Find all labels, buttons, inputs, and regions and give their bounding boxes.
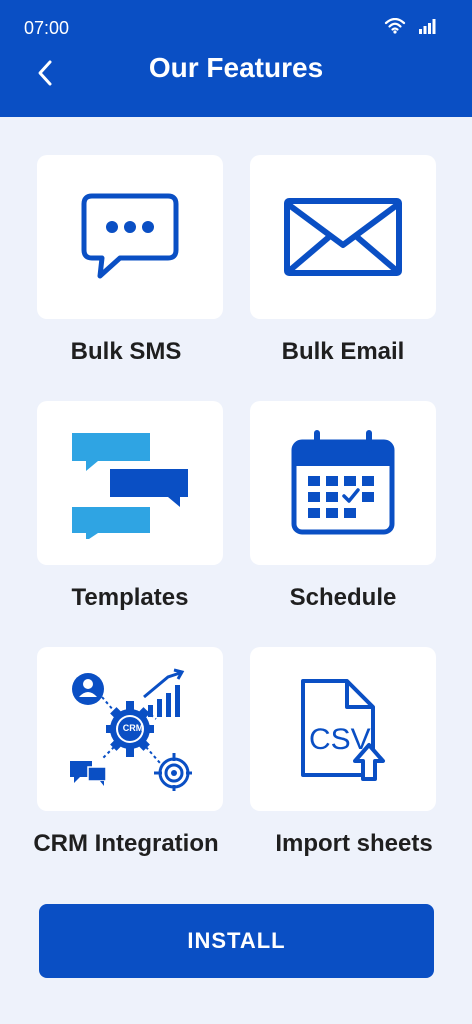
feature-label-import-sheets: Import sheets bbox=[275, 830, 433, 857]
template-bubbles-icon bbox=[72, 433, 188, 539]
feature-card-bulk-email[interactable] bbox=[250, 155, 436, 319]
feature-card-templates[interactable] bbox=[37, 401, 223, 565]
feature-label-schedule: Schedule bbox=[289, 584, 397, 611]
feature-label-templates: Templates bbox=[71, 584, 189, 611]
app-header: 07:00 Our Features bbox=[0, 0, 472, 117]
status-time: 07:00 bbox=[24, 18, 70, 38]
chat-bubble-icon bbox=[81, 193, 179, 279]
install-button[interactable]: INSTALL bbox=[39, 904, 434, 978]
feature-card-crm-integration[interactable]: CRM bbox=[37, 647, 223, 811]
page-title: Our Features bbox=[148, 52, 324, 83]
csv-file-upload-icon: CSV bbox=[301, 679, 385, 781]
feature-card-import-sheets[interactable]: CSV bbox=[250, 647, 436, 811]
feature-card-schedule[interactable] bbox=[250, 401, 436, 565]
feature-label-bulk-email: Bulk Email bbox=[281, 338, 405, 365]
feature-label-bulk-sms: Bulk SMS bbox=[70, 338, 182, 365]
feature-label-crm-integration: CRM Integration bbox=[33, 830, 219, 857]
feature-card-bulk-sms[interactable] bbox=[37, 155, 223, 319]
envelope-icon bbox=[284, 198, 402, 276]
signal-icon bbox=[419, 19, 436, 34]
calendar-icon bbox=[291, 430, 395, 535]
wifi-icon bbox=[384, 18, 406, 34]
status-icons bbox=[384, 18, 438, 34]
crm-text-label: CRM bbox=[122, 723, 144, 733]
